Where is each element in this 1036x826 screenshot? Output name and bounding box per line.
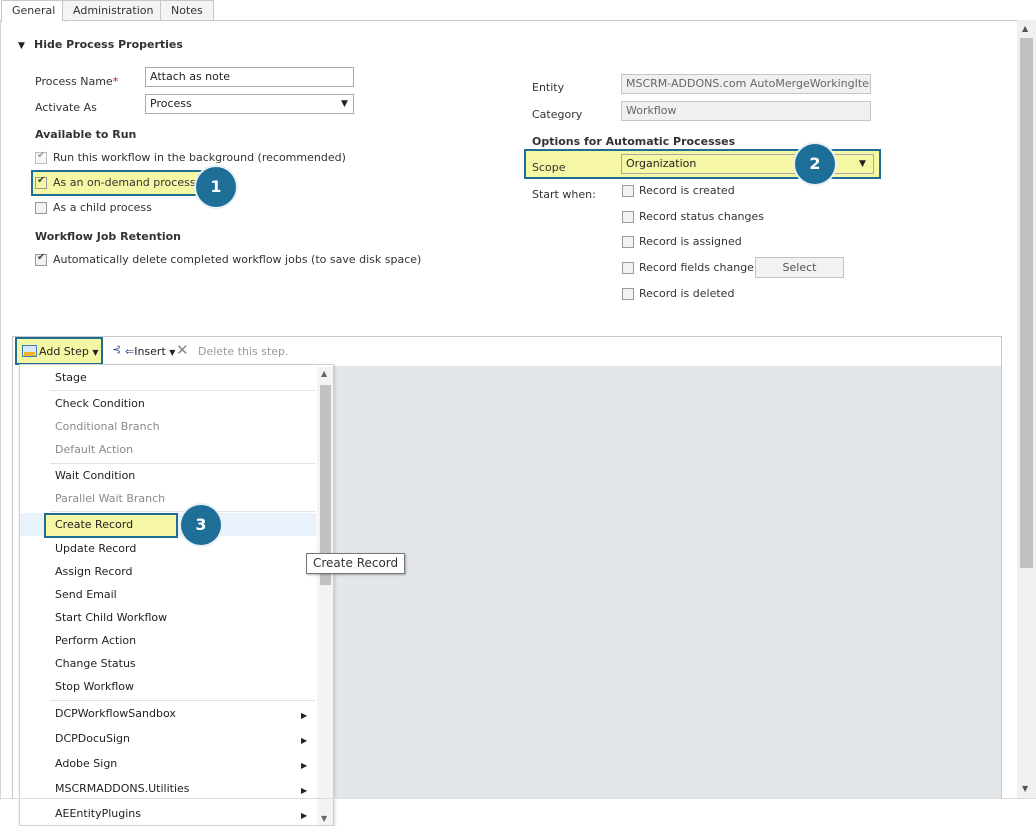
- scope-dropdown-arrow-icon[interactable]: ▼: [859, 159, 866, 169]
- scope-label: Scope: [532, 161, 566, 174]
- submenu-arrow-icon: ▶: [301, 786, 308, 795]
- tooltip: Create Record: [306, 553, 406, 574]
- auto-delete-checkbox[interactable]: [35, 252, 47, 266]
- menu-item-send-email[interactable]: Send Email: [20, 583, 316, 606]
- on-demand-label: As an on-demand process: [53, 176, 196, 189]
- record-created-label: Record is created: [639, 184, 735, 197]
- record-fields-label: Record fields change: [639, 261, 754, 274]
- scope-select[interactable]: Organization: [621, 154, 874, 174]
- tab-notes[interactable]: Notes: [160, 0, 214, 21]
- record-fields-checkbox[interactable]: [622, 262, 634, 274]
- record-deleted-label: Record is deleted: [639, 287, 735, 300]
- menu-item-perform-action[interactable]: Perform Action: [20, 629, 316, 652]
- dropdown-arrow-icon[interactable]: ▼: [341, 99, 348, 109]
- step-badge-3: 3: [181, 505, 221, 545]
- step-badge-1: 1: [196, 167, 236, 207]
- select-button[interactable]: Select: [755, 257, 844, 278]
- activate-as-label: Activate As: [35, 101, 97, 114]
- menu-item-dcpworkflowsandbox[interactable]: DCPWorkflowSandbox: [20, 702, 316, 725]
- menu-item-dcpdocusign[interactable]: DCPDocuSign: [20, 727, 316, 750]
- run-background-label: Run this workflow in the background (rec…: [53, 151, 346, 164]
- record-assigned-checkbox[interactable]: [622, 236, 634, 248]
- submenu-arrow-icon: ▶: [301, 736, 308, 745]
- menu-item-aeentityplugins[interactable]: AEEntityPlugins: [20, 802, 316, 825]
- record-deleted-checkbox[interactable]: [622, 288, 634, 300]
- activate-as-select[interactable]: Process: [145, 94, 354, 114]
- menu-item-stop-workflow[interactable]: Stop Workflow: [20, 675, 316, 698]
- available-to-run-heading: Available to Run: [35, 128, 137, 141]
- menu-item-adobe-sign[interactable]: Adobe Sign: [20, 752, 316, 775]
- submenu-arrow-icon: ▶: [301, 761, 308, 770]
- auto-delete-label: Automatically delete completed workflow …: [53, 253, 422, 266]
- submenu-arrow-icon: ▶: [301, 811, 308, 820]
- menu-item-check-condition[interactable]: Check Condition: [20, 392, 316, 415]
- designer-right-border: [1001, 336, 1002, 799]
- menu-item-start-child-workflow[interactable]: Start Child Workflow: [20, 606, 316, 629]
- menu-separator: [50, 511, 315, 512]
- insert-caret-icon: ▼: [169, 348, 176, 357]
- category-label: Category: [532, 108, 583, 121]
- section-title[interactable]: Hide Process Properties: [34, 38, 183, 51]
- process-name-label: Process Name*: [35, 75, 119, 88]
- record-created-checkbox[interactable]: [622, 185, 634, 197]
- page-border: [0, 20, 1, 800]
- menu-separator: [50, 700, 315, 701]
- add-step-button[interactable]: Add Step ▼: [39, 345, 99, 358]
- entity-field: MSCRM-ADDONS.com AutoMergeWorkingItem: [621, 74, 871, 94]
- required-mark: *: [112, 75, 119, 88]
- page-scrollbar-thumb[interactable]: [1020, 38, 1033, 568]
- retention-heading: Workflow Job Retention: [35, 230, 181, 243]
- menu-item-default-action: Default Action: [55, 443, 134, 456]
- menu-item-create-record[interactable]: Create Record: [20, 513, 316, 538]
- category-field: Workflow: [621, 101, 871, 121]
- menu-item-update-record[interactable]: Update Record: [20, 537, 316, 560]
- designer-left-border: [12, 336, 13, 799]
- delete-icon: ✕: [176, 341, 189, 359]
- add-step-icon: [22, 345, 37, 357]
- bottom-border: [0, 798, 1036, 799]
- page-scroll-down-icon[interactable]: ▼: [1022, 784, 1028, 793]
- record-status-label: Record status changes: [639, 210, 765, 223]
- activate-as-value: Process: [150, 97, 192, 110]
- entity-label: Entity: [532, 81, 565, 94]
- scope-value: Organization: [626, 157, 697, 170]
- menu-item-mscrmaddons-utilities[interactable]: MSCRMADDONS.Utilities: [20, 777, 316, 800]
- insert-button[interactable]: ⇐Insert ▼: [125, 345, 175, 358]
- submenu-arrow-icon: ▶: [301, 711, 308, 720]
- tab-administration[interactable]: Administration: [62, 0, 165, 21]
- options-heading: Options for Automatic Processes: [532, 135, 736, 148]
- menu-item-parallel-wait-branch: Parallel Wait Branch: [55, 492, 166, 505]
- start-when-label: Start when:: [532, 188, 596, 201]
- scroll-down-icon[interactable]: ▼: [321, 814, 327, 823]
- run-background-checkbox: [35, 150, 47, 164]
- tab-underline: [62, 20, 1017, 21]
- on-demand-checkbox[interactable]: [35, 175, 47, 189]
- menu-item-create-record-label: Create Record: [55, 518, 134, 531]
- menu-item-stage[interactable]: Stage: [20, 366, 316, 389]
- designer-top-border: [12, 336, 1002, 337]
- menu-item-wait-condition[interactable]: Wait Condition: [20, 464, 316, 487]
- child-process-checkbox[interactable]: [35, 202, 47, 214]
- delete-step-button[interactable]: Delete this step.: [198, 345, 289, 358]
- record-assigned-label: Record is assigned: [639, 235, 742, 248]
- designer-canvas[interactable]: [334, 366, 1001, 799]
- insert-arrow-icon: ⇐: [125, 345, 135, 358]
- process-name-input[interactable]: Attach as note: [145, 67, 354, 87]
- scroll-up-icon[interactable]: ▲: [321, 369, 327, 378]
- collapse-arrow-icon[interactable]: ▼: [18, 41, 25, 51]
- menu-item-change-status[interactable]: Change Status: [20, 652, 316, 675]
- record-status-checkbox[interactable]: [622, 211, 634, 223]
- menu-separator: [50, 390, 315, 391]
- insert-icon: ⊰: [112, 343, 122, 356]
- child-process-label: As a child process: [53, 201, 152, 214]
- menu-item-conditional-branch: Conditional Branch: [55, 420, 160, 433]
- add-step-menu: Stage Check Condition Conditional Branch…: [19, 364, 334, 826]
- add-step-caret-icon: ▼: [92, 348, 99, 357]
- step-badge-2: 2: [795, 144, 835, 184]
- tab-general[interactable]: General: [1, 0, 67, 22]
- page-scroll-up-icon[interactable]: ▲: [1022, 24, 1028, 33]
- menu-item-assign-record[interactable]: Assign Record: [20, 560, 316, 583]
